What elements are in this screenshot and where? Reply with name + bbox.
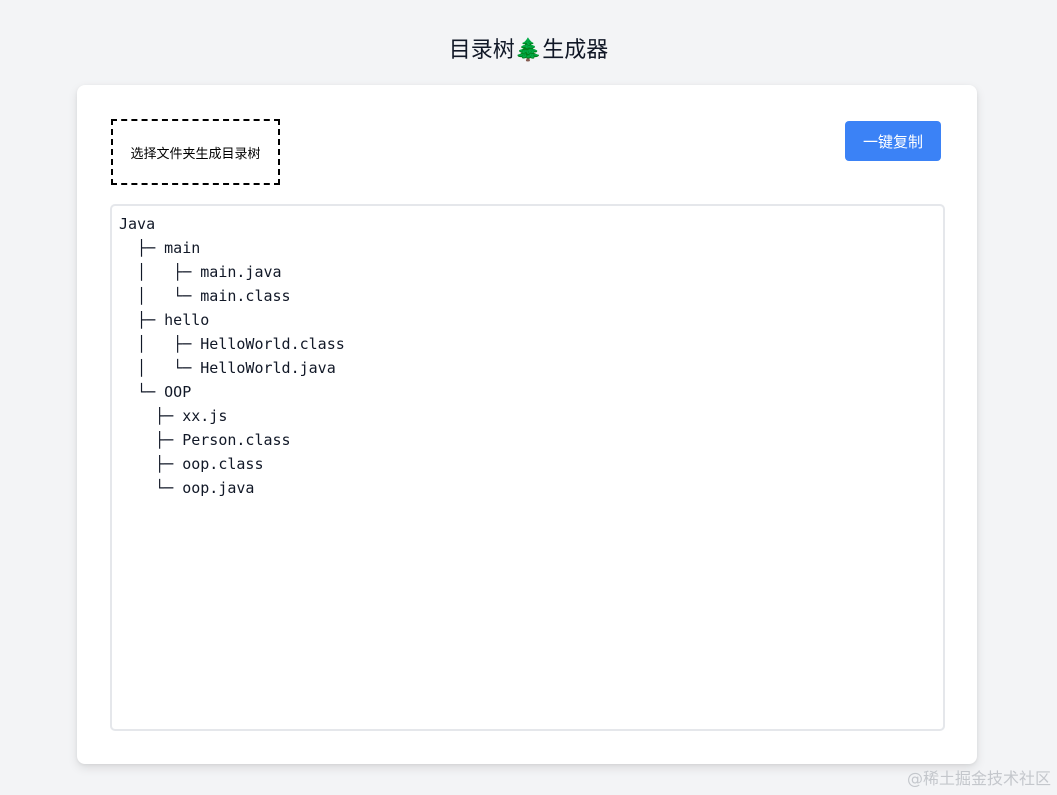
main-card: 选择文件夹生成目录树 一键复制 Java ├─ main │ ├─ main.j…	[77, 85, 977, 764]
copy-button[interactable]: 一键复制	[845, 121, 941, 161]
folder-picker-label: 选择文件夹生成目录树	[130, 146, 261, 162]
folder-picker[interactable]: 选择文件夹生成目录树	[111, 119, 280, 185]
page-title: 目录树🌲生成器	[448, 38, 609, 63]
watermark: @稀土掘金技术社区	[906, 769, 1051, 788]
page: 目录树🌲生成器 选择文件夹生成目录树 一键复制 Java ├─ main │ ├…	[0, 0, 1057, 795]
tree-output[interactable]: Java ├─ main │ ├─ main.java │ └─ main.cl…	[110, 204, 945, 731]
